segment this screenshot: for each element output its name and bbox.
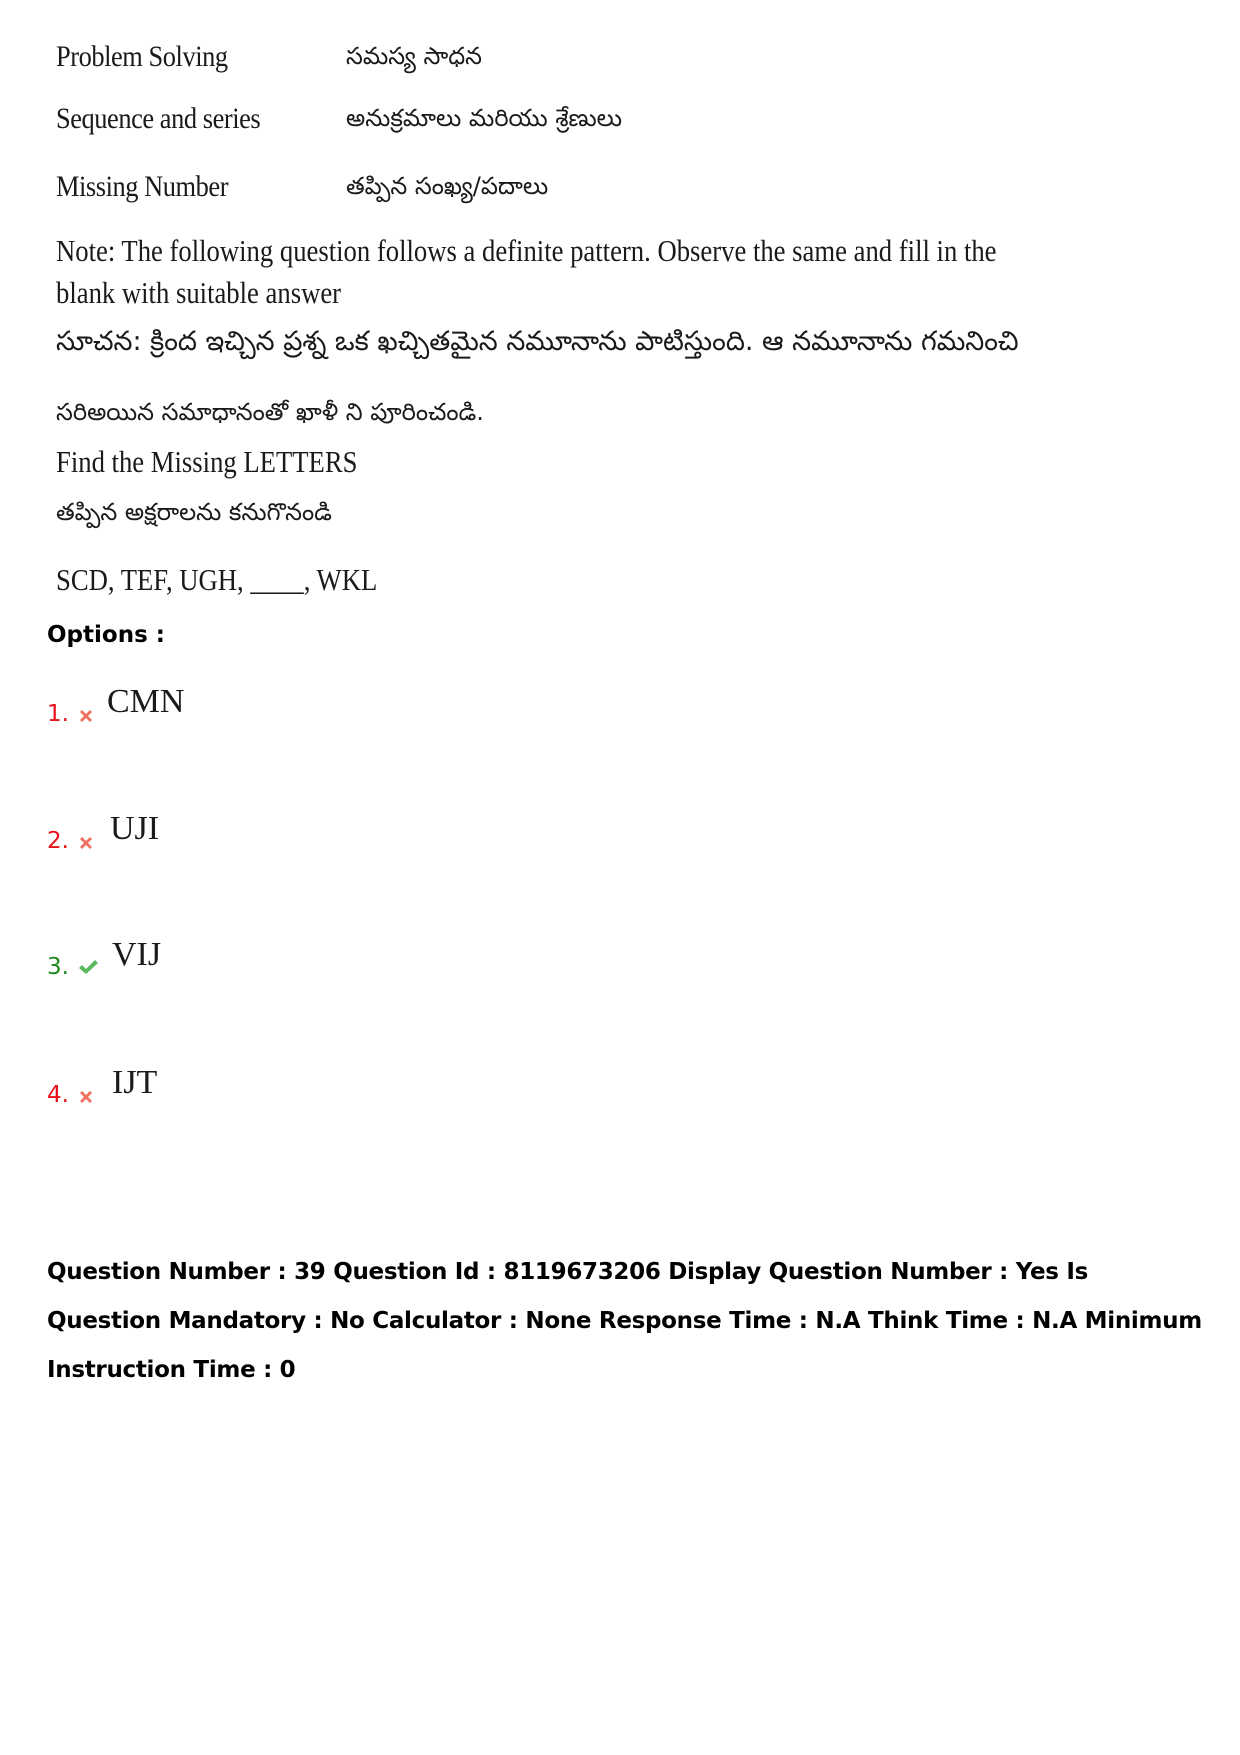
- note-telugu-line-2: సరిఅయిన సమాధానంతో ఖాళీ ని పూరించండి.: [56, 398, 484, 426]
- instruction-english: Find the Missing LETTERS: [56, 444, 358, 479]
- option-number: 1.: [47, 701, 69, 727]
- option-text: CMN: [107, 683, 185, 720]
- topic-english: Missing Number: [56, 170, 229, 203]
- cross-icon: [80, 710, 92, 722]
- cross-icon: [80, 1091, 92, 1103]
- note-english-line-1: Note: The following question follows a d…: [56, 233, 997, 268]
- cross-icon: [80, 837, 92, 849]
- topic-english: Sequence and series: [56, 102, 261, 135]
- options-label: Options :: [47, 622, 165, 648]
- option-text: VIJ: [112, 936, 162, 973]
- option-number: 4.: [47, 1082, 69, 1108]
- question-metadata: Question Number : 39 Question Id : 81196…: [47, 1259, 1202, 1383]
- topic-telugu: సమస్య సాధన: [346, 42, 482, 70]
- option-number: 2.: [47, 828, 69, 854]
- note-english-line-2: blank with suitable answer: [56, 275, 342, 310]
- letter-series: SCD, TEF, UGH, ____, WKL: [56, 562, 378, 597]
- topic-english: Problem Solving: [56, 40, 228, 73]
- check-icon: [79, 960, 98, 974]
- topic-telugu: అనుక్రమాలు మరియు శ్రేణులు: [346, 104, 622, 132]
- topic-telugu: తప్పిన సంఖ్య/పదాలు: [346, 172, 549, 200]
- option-text: UJI: [110, 810, 160, 847]
- instruction-telugu: తప్పిన అక్షరాలను కనుగొనండి: [56, 498, 332, 526]
- note-telugu-line-1: సూచన: క్రింద ఇచ్చిన ప్రశ్న ఒక ఖచ్చితమైన …: [56, 326, 1019, 357]
- option-number: 3.: [47, 954, 69, 980]
- option-text: IJT: [112, 1064, 158, 1101]
